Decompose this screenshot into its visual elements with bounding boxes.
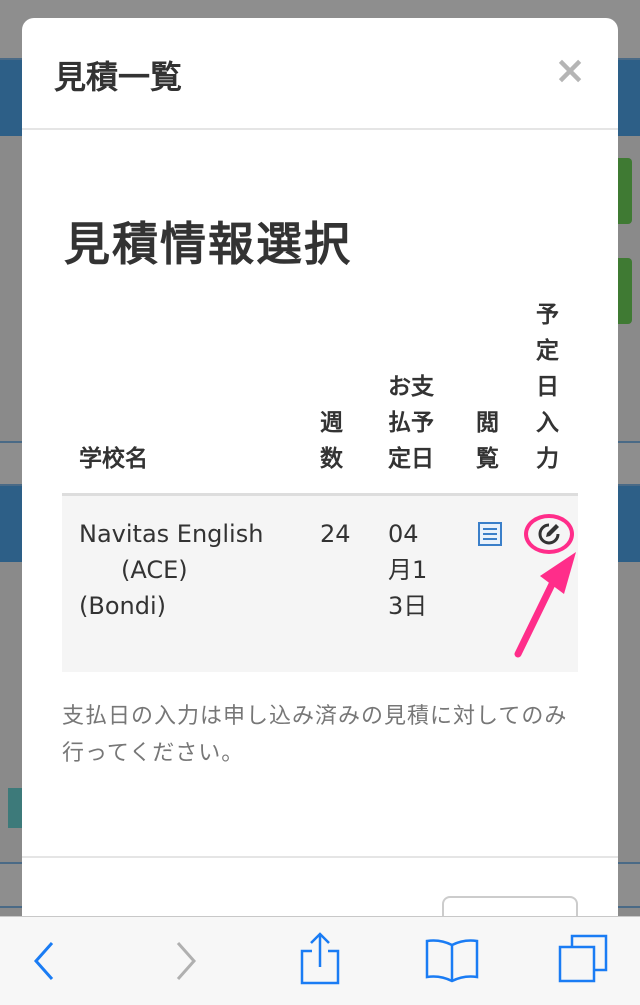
pointer-arrow-icon [514, 552, 576, 658]
pay-date-cell: 04月13日 [388, 520, 428, 620]
share-icon[interactable] [298, 931, 342, 987]
header-plan-input: 予定日入力 [536, 302, 559, 472]
section-title: 見積情報選択 [64, 217, 352, 271]
school-name-line: (Bondi) [79, 592, 166, 620]
browser-toolbar [0, 916, 640, 1005]
edit-icon [538, 523, 560, 545]
close-icon[interactable]: × [554, 50, 586, 90]
table-row: Navitas English (ACE) (Bondi) 24 04月13日 [62, 496, 578, 672]
modal-header: 見積一覧 × [22, 18, 618, 130]
quote-table: 学校名 週数 お支払予定日 閲覧 予定日入力 Navitas English (… [62, 298, 578, 672]
chevron-left-icon[interactable] [30, 937, 58, 985]
school-name-cell: Navitas English (ACE) (Bondi) [79, 516, 299, 624]
payment-note: 支払日の入力は申し込み済みの見積に対してのみ行ってください。 [62, 704, 568, 766]
table-header: 学校名 週数 お支払予定日 閲覧 予定日入力 [62, 298, 578, 496]
modal-title: 見積一覧 [54, 58, 183, 96]
quote-list-modal: 見積一覧 × 見積情報選択 学校名 週数 お支払予定日 閲覧 予定日入力 Nav… [22, 18, 618, 1005]
header-weeks: 週数 [320, 410, 343, 472]
list-icon[interactable] [478, 522, 502, 546]
weeks-cell: 24 [320, 520, 351, 548]
book-icon[interactable] [424, 937, 480, 985]
school-name-line: (ACE) [121, 556, 188, 584]
header-view: 閲覧 [476, 410, 499, 472]
tabs-icon[interactable] [556, 933, 612, 985]
edit-schedule-button[interactable] [524, 514, 574, 554]
header-pay-date: お支払予定日 [388, 374, 434, 472]
school-name-line: Navitas English [79, 520, 264, 548]
header-school: 学校名 [79, 446, 148, 472]
chevron-right-icon[interactable] [172, 937, 200, 985]
